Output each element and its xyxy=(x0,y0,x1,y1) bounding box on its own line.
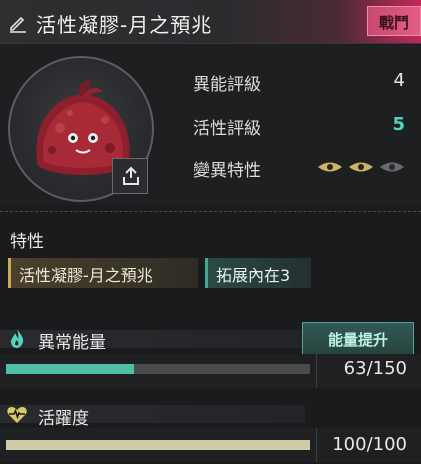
bar-separator xyxy=(316,428,317,462)
bar-separator xyxy=(316,354,317,388)
mutation-indicator xyxy=(317,157,407,177)
section-divider xyxy=(0,211,421,212)
trait-chip-secondary[interactable]: 拓展內在3 xyxy=(205,258,311,288)
share-icon xyxy=(123,166,139,185)
energy-bar-fill xyxy=(6,364,134,374)
mutation-trait-label: 變異特性 xyxy=(193,161,261,181)
eye-icon xyxy=(349,162,373,172)
vitality-label: 活躍度 xyxy=(38,409,89,429)
combat-mode-label: 戰鬥 xyxy=(378,14,409,32)
activity-rating-label: 活性評級 xyxy=(193,119,261,139)
energy-value: 63/150 xyxy=(343,358,407,379)
edit-icon[interactable] xyxy=(8,13,28,33)
eye-icon xyxy=(318,162,342,172)
energy-label: 異常能量 xyxy=(38,333,106,353)
energy-boost-label: 能量提升 xyxy=(327,331,388,349)
ability-rating-value: 4 xyxy=(393,70,405,91)
vitality-value: 100/100 xyxy=(332,434,407,455)
creature-title: 活性凝膠-月之預兆 xyxy=(36,13,213,37)
flame-icon xyxy=(11,329,24,348)
eye-icon xyxy=(380,162,404,172)
vitality-bar-track xyxy=(6,440,310,450)
share-button[interactable] xyxy=(112,158,148,194)
trait-chip-primary[interactable]: 活性凝膠-月之預兆 xyxy=(8,258,198,288)
ability-rating-label: 異能評級 xyxy=(193,75,261,95)
combat-mode-badge[interactable]: 戰鬥 xyxy=(367,6,421,36)
vitality-bar-fill xyxy=(6,440,310,450)
energy-boost-button[interactable]: 能量提升 xyxy=(302,322,414,355)
energy-bar-track xyxy=(6,364,310,374)
header-bar: 活性凝膠-月之預兆 戰鬥 xyxy=(0,0,421,44)
activity-rating-value: 5 xyxy=(392,114,405,135)
heart-pulse-icon xyxy=(7,407,27,423)
traits-heading: 特性 xyxy=(10,232,44,252)
